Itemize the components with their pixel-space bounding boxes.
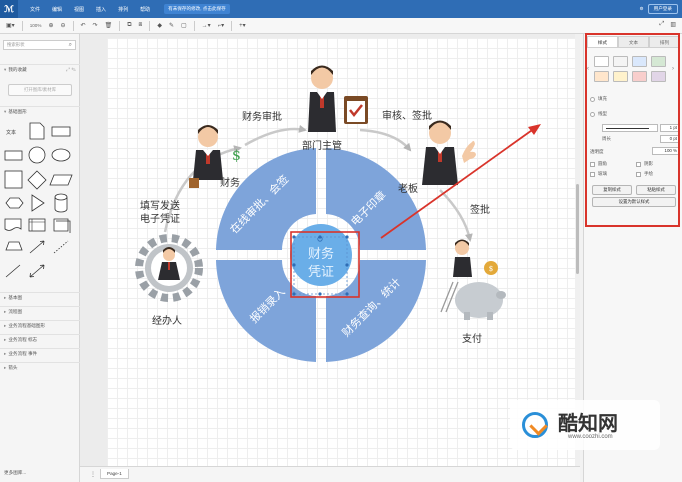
flow-arrow-to-manager[interactable]: [244, 124, 307, 147]
center-label-line2: 凭证: [308, 265, 334, 280]
watermark-title: 酷知网: [558, 411, 618, 435]
flow-label-approve: 签批: [470, 203, 490, 216]
dollar-icon: $: [232, 148, 241, 164]
piggy-bank-icon: [455, 282, 506, 320]
finance-person-icon: [189, 125, 223, 188]
role-boss: 老板: [398, 182, 418, 195]
flow-arrow-to-boss[interactable]: [359, 128, 412, 152]
watermark-url: www.coozhi.com: [568, 434, 613, 440]
role-payment: 支付: [462, 332, 482, 345]
flow-arrow-to-payment[interactable]: [439, 189, 473, 242]
page-menu-icon[interactable]: ⋮: [90, 471, 96, 478]
flow-label-fill-1: 填写发送: [140, 199, 180, 212]
watermark: 酷知网 www.coozhi.com: [510, 400, 660, 450]
scrollbar-thumb[interactable]: [576, 184, 579, 274]
page-tab[interactable]: Page-1: [100, 469, 129, 479]
watermark-logo-icon: [522, 412, 548, 438]
role-manager: 部门主管: [302, 139, 342, 152]
format-panel-highlight: [585, 33, 680, 227]
svg-text:$: $: [489, 265, 493, 273]
manager-person-icon: [308, 65, 336, 132]
role-finance: 财务: [220, 176, 240, 189]
center-label-line1: 财务: [308, 246, 334, 262]
flow-label-finance-review: 财务审批: [242, 110, 282, 123]
role-clerk: 经办人: [152, 314, 182, 327]
page-bar: ⋮ Page-1: [80, 466, 580, 482]
flow-label-review-sign: 审核、签批: [382, 109, 432, 122]
flow-label-fill-2: 电子凭证: [140, 212, 180, 225]
clipboard-check-icon: [344, 96, 368, 124]
annotation-arrow-head: [528, 124, 541, 135]
